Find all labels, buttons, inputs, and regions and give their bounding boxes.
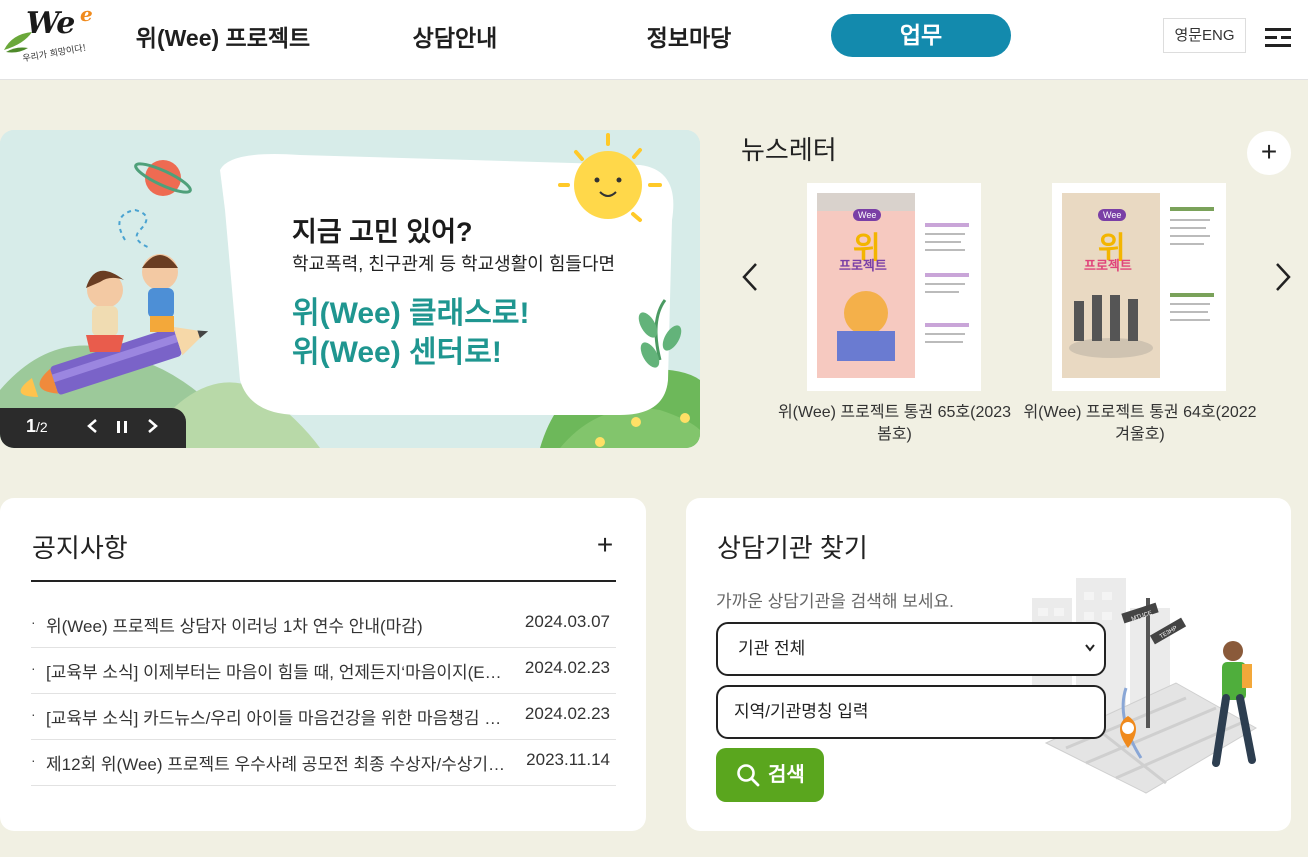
bullet-icon: · (31, 614, 36, 630)
list-item[interactable]: · [교육부 소식] 이제부터는 마음이 힘들 때, 언제든지‘마음이지(EAP… (31, 648, 616, 694)
notice-item-date: 2023.11.14 (526, 750, 610, 769)
search-button[interactable]: 검색 (716, 748, 824, 802)
list-item[interactable]: · [교육부 소식] 카드뉴스/우리 아이들 마음건강을 위한 마음챙김 교육 … (31, 694, 616, 740)
newsletter-cover-65 (817, 193, 973, 378)
newsletter-card[interactable]: Wee 위 프로젝트 (807, 183, 981, 391)
notice-title: 공지사항 (32, 533, 128, 563)
notice-item-title[interactable]: 제12회 위(Wee) 프로젝트 우수사례 공모전 최종 수상자/수상기관 안내 (46, 750, 511, 775)
cover-badge: Wee (853, 209, 882, 221)
newsletter-prev-icon[interactable] (740, 262, 760, 292)
bullet-icon: · (31, 752, 36, 768)
wee-logo[interactable]: We e 우리가 희망이다! (2, 2, 98, 68)
list-item[interactable]: · 제12회 위(Wee) 프로젝트 우수사례 공모전 최종 수상자/수상기관 … (31, 740, 616, 786)
banner-title: 지금 고민 있어? (292, 217, 473, 247)
bullet-icon: · (31, 660, 36, 676)
prev-slide-icon[interactable] (81, 416, 103, 440)
pause-icon[interactable] (111, 416, 133, 440)
newsletter-cover-64 (1062, 193, 1218, 378)
cover-sub: 프로젝트 (1084, 258, 1132, 273)
notice-item-date: 2024.02.23 (524, 658, 610, 677)
cover-sub: 프로젝트 (839, 258, 887, 273)
slide-total: /2 (36, 419, 48, 435)
notice-panel: 공지사항 + · 위(Wee) 프로젝트 상담자 이러닝 1차 연수 안내(마감… (0, 498, 646, 831)
notice-item-title[interactable]: [교육부 소식] 이제부터는 마음이 힘들 때, 언제든지‘마음이지(EAP)’ (46, 658, 511, 683)
newsletter-title: 뉴스레터 (741, 135, 837, 165)
newsletter-caption[interactable]: 위(Wee) 프로젝트 통권 64호(2022겨울호) (1020, 402, 1260, 446)
slide-current: 1 (26, 416, 37, 436)
site-header: We e 우리가 희망이다! 위(Wee) 프로젝트 상담안내 정보마당 업무 … (0, 0, 1308, 80)
slide-counter: 1/2 (26, 416, 48, 437)
banner-line1: 위(Wee) 클래스로! (292, 297, 530, 330)
institution-select-value: 기관 전체 (738, 639, 806, 658)
nav-counseling-info[interactable]: 상담안내 (390, 18, 520, 58)
finder-title: 상담기관 찾기 (717, 533, 868, 563)
notice-more-button[interactable]: + (583, 524, 627, 568)
nav-business[interactable]: 업무 (831, 14, 1011, 57)
logo-text: We (26, 6, 75, 41)
newsletter-next-icon[interactable] (1273, 262, 1293, 292)
notice-item-title[interactable]: [교육부 소식] 카드뉴스/우리 아이들 마음건강을 위한 마음챙김 교육 (46, 704, 511, 729)
finder-subtitle: 가까운 상담기관을 검색해 보세요. (716, 592, 954, 611)
region-search-input[interactable] (716, 685, 1106, 739)
notice-item-title[interactable]: 위(Wee) 프로젝트 상담자 이러닝 1차 연수 안내(마감) (46, 612, 511, 637)
newsletter-more-button[interactable]: + (1247, 131, 1291, 175)
notice-item-date: 2024.02.23 (524, 704, 610, 723)
next-slide-icon[interactable] (142, 416, 164, 440)
counseling-finder-panel: MTUCE TE3HP 상담기관 찾기 가까운 상담기관을 검색해 보세요. 기… (686, 498, 1291, 831)
cover-badge: Wee (1098, 209, 1127, 221)
banner-line2: 위(Wee) 센터로! (292, 336, 502, 369)
bullet-icon: · (31, 706, 36, 722)
search-button-label: 검색 (768, 764, 805, 786)
hamburger-menu-icon[interactable] (1265, 28, 1291, 48)
nav-information[interactable]: 정보마당 (624, 18, 754, 58)
language-button[interactable]: 영문ENG (1163, 18, 1246, 53)
banner-controls: 1/2 (0, 408, 186, 448)
newsletter-card[interactable]: Wee 위 프로젝트 (1052, 183, 1226, 391)
logo-e: e (80, 2, 93, 26)
search-icon (737, 764, 760, 787)
main-banner[interactable]: 지금 고민 있어? 학교폭력, 친구관계 등 학교생활이 힘들다면 위(Wee)… (0, 130, 700, 448)
newsletter-caption[interactable]: 위(Wee) 프로젝트 통권 65호(2023봄호) (772, 402, 1017, 446)
banner-subtitle: 학교폭력, 친구관계 등 학교생활이 힘들다면 (292, 254, 616, 274)
nav-wee-project[interactable]: 위(Wee) 프로젝트 (118, 18, 328, 58)
institution-select[interactable]: 기관 전체 (716, 622, 1106, 676)
notice-divider (31, 580, 616, 582)
notice-item-date: 2024.03.07 (524, 612, 610, 631)
list-item[interactable]: · 위(Wee) 프로젝트 상담자 이러닝 1차 연수 안내(마감) 2024.… (31, 602, 616, 648)
notice-list: · 위(Wee) 프로젝트 상담자 이러닝 1차 연수 안내(마감) 2024.… (31, 602, 616, 786)
